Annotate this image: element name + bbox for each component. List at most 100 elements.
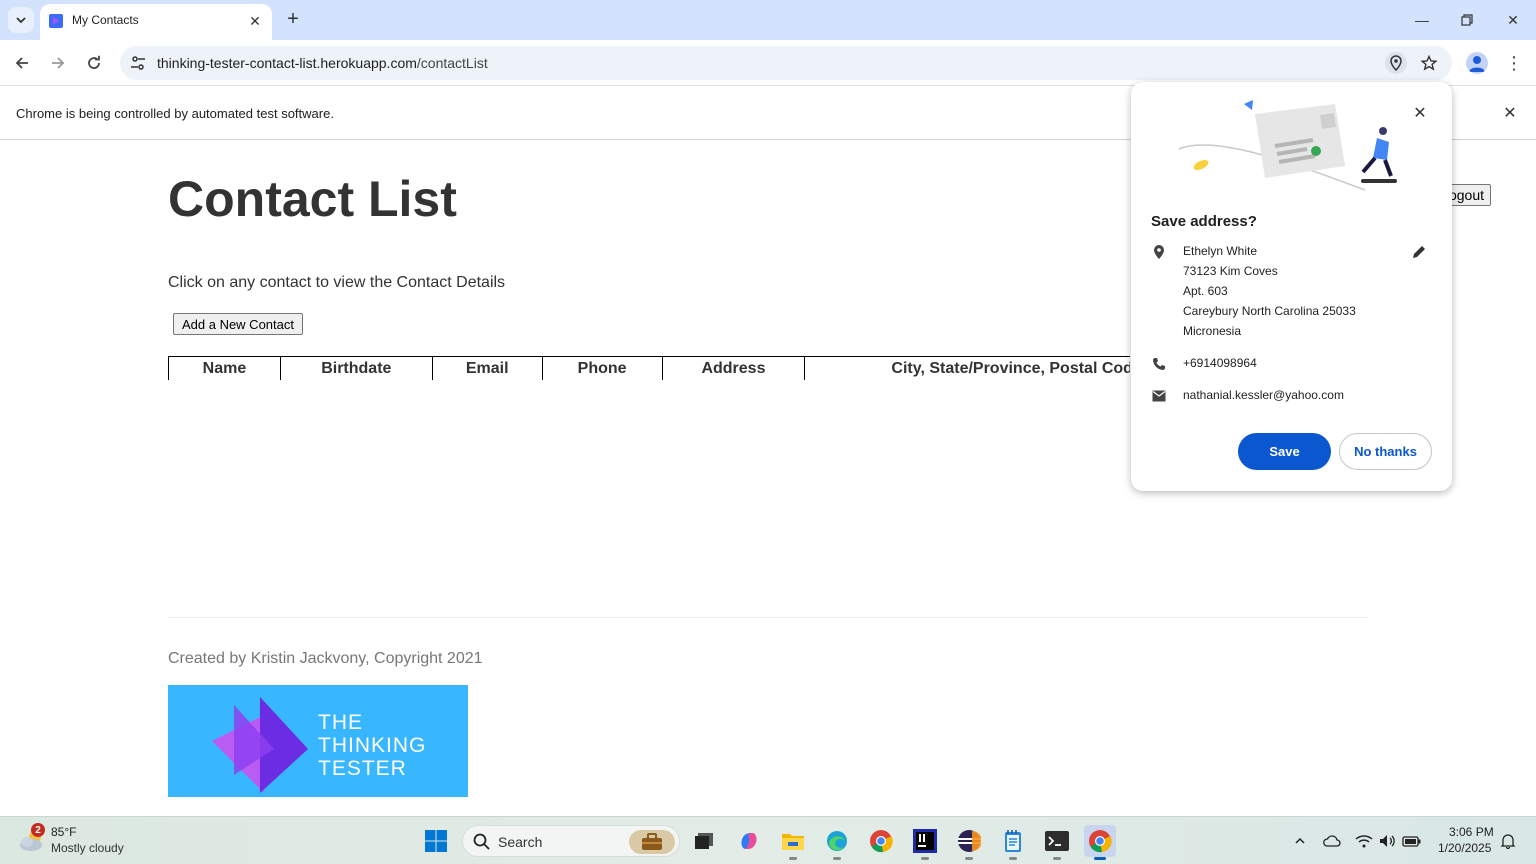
chevron-up-icon[interactable] xyxy=(1290,831,1310,851)
thinking-tester-logo: The Thinking Tester xyxy=(168,685,468,797)
search-label: Search xyxy=(498,834,543,850)
edit-pencil-icon[interactable] xyxy=(1411,244,1427,260)
running-indicator xyxy=(1053,857,1061,860)
logo-line-1: The xyxy=(318,711,363,734)
header-birthdate: Birthdate xyxy=(279,356,433,380)
email-icon xyxy=(1151,388,1167,404)
weather-description: Mostly cloudy xyxy=(51,841,124,855)
back-button[interactable] xyxy=(7,48,37,78)
instructions-text: Click on any contact to view the Contact… xyxy=(168,274,506,291)
minimize-button[interactable]: — xyxy=(1402,6,1442,34)
infobar-close-icon[interactable]: ✕ xyxy=(1500,103,1520,123)
battery-icon[interactable] xyxy=(1402,831,1422,851)
close-window-button[interactable]: ✕ xyxy=(1493,6,1533,34)
running-indicator xyxy=(1009,857,1017,860)
profile-avatar[interactable] xyxy=(1466,52,1488,74)
star-icon xyxy=(1421,55,1437,71)
weather-badge: 2 xyxy=(31,823,45,837)
address-line-2: Apt. 603 xyxy=(1183,284,1228,298)
arrow-left-icon xyxy=(15,57,28,69)
wifi-icon[interactable] xyxy=(1354,831,1374,851)
bookmark-star-button[interactable] xyxy=(1418,52,1440,74)
logo-mark-icon xyxy=(212,697,308,793)
tab-search-button[interactable] xyxy=(8,7,34,33)
header-address: Address xyxy=(661,356,806,380)
restore-button[interactable] xyxy=(1447,6,1487,34)
logo-line-3: Tester xyxy=(318,757,407,780)
logo-text: The Thinking Tester xyxy=(318,711,426,780)
footer-divider xyxy=(168,617,1368,618)
windows-taskbar: 2 85°F Mostly cloudy Search 3:06 PM 1/20… xyxy=(0,816,1536,864)
eclipse-icon[interactable] xyxy=(953,825,985,860)
person-icon xyxy=(1469,56,1485,72)
weather-temperature: 85°F xyxy=(51,825,77,839)
address-line-3: Careybury North Carolina 25033 xyxy=(1183,304,1356,318)
running-indicator xyxy=(921,857,929,860)
url-host: thinking-tester-contact-list.herokuapp.c… xyxy=(157,55,417,71)
infobar-text: Chrome is being controlled by automated … xyxy=(16,106,334,121)
url-path: /contactList xyxy=(416,55,488,71)
volume-icon[interactable] xyxy=(1378,831,1398,851)
chrome-active-icon[interactable] xyxy=(1084,825,1116,860)
site-settings-icon[interactable] xyxy=(130,55,146,71)
new-tab-button[interactable]: + xyxy=(282,8,304,30)
tab-close-icon[interactable]: ✕ xyxy=(246,12,264,30)
table-header-row: Name Birthdate Email Phone Address City,… xyxy=(168,356,1130,380)
copilot-icon[interactable] xyxy=(733,825,765,857)
popup-title: Save address? xyxy=(1151,213,1257,230)
reload-icon xyxy=(88,55,100,69)
file-explorer-icon[interactable] xyxy=(777,825,809,860)
arrow-right-icon xyxy=(52,57,65,69)
phone-icon xyxy=(1151,356,1167,372)
address-name: Ethelyn White xyxy=(1183,244,1258,258)
phone-number: +6914098964 xyxy=(1183,356,1257,370)
location-pin-button[interactable] xyxy=(1385,52,1407,74)
add-contact-button[interactable]: Add a New Contact xyxy=(173,313,303,335)
restore-icon xyxy=(1461,14,1473,26)
browser-menu-button[interactable]: ⋮ xyxy=(1504,52,1524,74)
header-phone: Phone xyxy=(541,356,663,380)
no-thanks-button[interactable]: No thanks xyxy=(1339,433,1432,470)
footer-copyright: Created by Kristin Jackvony, Copyright 2… xyxy=(168,650,483,667)
chevron-down-icon xyxy=(16,17,26,24)
windows-start-icon[interactable] xyxy=(424,829,448,853)
chrome-icon[interactable] xyxy=(865,825,897,857)
save-button[interactable]: Save xyxy=(1238,433,1331,470)
email-address: nathanial.kessler@yahoo.com xyxy=(1183,388,1344,402)
tab-my-contacts[interactable]: My Contacts ✕ xyxy=(40,4,272,40)
taskbar-search[interactable]: Search xyxy=(462,825,680,857)
clock-time[interactable]: 3:06 PM xyxy=(1449,825,1494,839)
location-pin-icon xyxy=(1390,55,1402,71)
favicon-icon xyxy=(49,14,63,28)
running-indicator xyxy=(833,857,841,860)
tab-strip: My Contacts ✕ + — ✕ xyxy=(0,0,1536,40)
clock-date[interactable]: 1/20/2025 xyxy=(1438,841,1491,855)
location-icon xyxy=(1151,244,1167,260)
briefcase-icon xyxy=(629,830,675,854)
intellij-icon[interactable] xyxy=(909,825,941,860)
header-city-state-postal: City, State/Province, Postal Code xyxy=(804,356,1130,380)
browser-toolbar: thinking-tester-contact-list.herokuapp.c… xyxy=(0,40,1536,86)
running-indicator xyxy=(965,857,973,860)
forward-button[interactable] xyxy=(43,48,73,78)
onedrive-cloud-icon[interactable] xyxy=(1322,831,1342,851)
tab-title: My Contacts xyxy=(72,13,139,27)
page-title: Contact List xyxy=(168,171,457,227)
url-text[interactable]: thinking-tester-contact-list.herokuapp.c… xyxy=(157,55,488,71)
reload-button[interactable] xyxy=(79,48,109,78)
header-email: Email xyxy=(431,356,543,380)
notepad-icon[interactable] xyxy=(997,825,1029,860)
edge-icon[interactable] xyxy=(821,825,853,860)
contacts-table: Name Birthdate Email Phone Address City,… xyxy=(168,356,1130,380)
save-address-dialog: ✕ Save address? Ethelyn White 73123 Kim … xyxy=(1131,82,1452,491)
header-name: Name xyxy=(168,356,281,380)
logo-line-2: Thinking xyxy=(318,734,427,757)
search-icon xyxy=(473,833,490,850)
terminal-icon[interactable] xyxy=(1041,825,1073,860)
task-view-icon[interactable] xyxy=(688,825,720,857)
contacts-table-container: Name Birthdate Email Phone Address City,… xyxy=(168,356,1130,380)
notification-bell-icon[interactable] xyxy=(1498,831,1518,851)
popup-close-icon[interactable]: ✕ xyxy=(1409,102,1431,124)
address-bar[interactable]: thinking-tester-contact-list.herokuapp.c… xyxy=(120,46,1452,80)
mail-illustration-icon xyxy=(1178,100,1397,191)
